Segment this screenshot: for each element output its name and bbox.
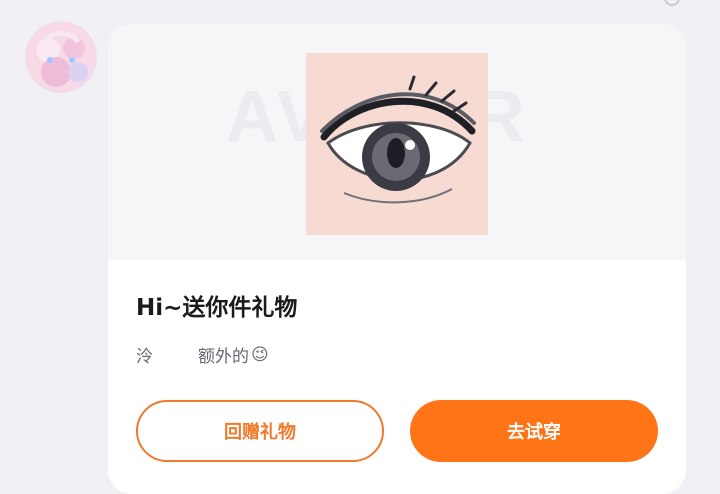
- user-avatar-icon: [26, 22, 96, 92]
- gift-title: Hi~送你件礼物: [136, 295, 298, 321]
- gift-item-image[interactable]: [306, 53, 488, 235]
- message-text: 额外的: [198, 347, 249, 367]
- eye-makeup-item-icon: [306, 53, 488, 235]
- corner-indicator: [664, 0, 680, 6]
- gift-preview: AVATAR ME: [108, 24, 686, 260]
- try-on-button[interactable]: 去试穿: [410, 400, 658, 462]
- sender-avatar[interactable]: [26, 22, 96, 92]
- wink-emoji-icon: 😉: [251, 344, 269, 365]
- gift-message: 泠 额外的 😉: [136, 342, 269, 368]
- sender-name: 泠: [136, 347, 153, 367]
- gift-card: AVATAR ME Hi~送你件礼物 泠 额外的 😉 回赠礼物 去试穿: [108, 24, 686, 494]
- return-gift-button[interactable]: 回赠礼物: [136, 400, 384, 462]
